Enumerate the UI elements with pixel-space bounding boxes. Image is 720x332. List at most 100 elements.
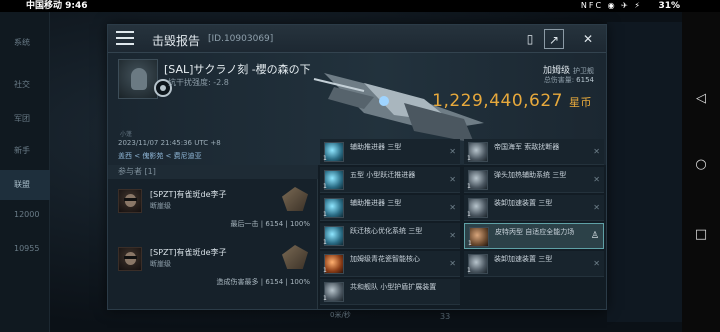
module-icon xyxy=(324,282,344,302)
item-qty: 1 xyxy=(323,211,327,218)
victim-corp: 小蓬 xyxy=(120,131,133,138)
side-item-alliance[interactable]: 联盟 xyxy=(0,170,50,200)
item-label: 辅助推进器 三型 xyxy=(350,199,402,207)
item-row[interactable]: 1 跃迁核心优化系统 三型 ✕ xyxy=(320,223,460,249)
attackers-header: 参与者 [1] xyxy=(108,165,318,179)
item-row[interactable]: 1 装卸加速装置 三型 ✕ xyxy=(464,195,604,221)
item-row[interactable]: 1 辅助推进器 三型 ✕ xyxy=(320,139,460,165)
module-icon xyxy=(324,198,344,218)
side-menu: 系统 社交 军团 新手 联盟 12000 10955 xyxy=(0,12,50,332)
side-item-social[interactable]: 社交 xyxy=(0,70,50,100)
item-qty: 1 xyxy=(323,183,327,190)
back-icon[interactable]: ◁ xyxy=(694,92,708,106)
side-item-newbie[interactable]: 新手 xyxy=(0,136,50,166)
share-icon[interactable]: ↗ xyxy=(544,29,564,49)
side-item-system[interactable]: 系统 xyxy=(0,28,50,58)
module-icon xyxy=(324,170,344,190)
remove-icon: ✕ xyxy=(449,259,456,268)
item-label: 装卸加速装置 三型 xyxy=(494,255,553,263)
screen: 中国移动 9:46 NFC ◉ ✈ ⚡ 31% 系统 社交 军团 新手 联盟 1… xyxy=(0,0,720,332)
ship-icon[interactable] xyxy=(282,245,308,269)
item-label: 皮特丙型 自适应全能力场 xyxy=(495,228,575,236)
module-icon xyxy=(468,142,488,162)
module-icon xyxy=(324,254,344,274)
side-item-corp[interactable]: 军团 xyxy=(0,104,50,134)
victim-portrait[interactable] xyxy=(118,59,158,99)
remove-icon: ✕ xyxy=(449,147,456,156)
menu-icon[interactable] xyxy=(116,31,134,47)
remove-icon: ✕ xyxy=(449,203,456,212)
dialog-header: 击毁报告 [ID.10903069] ▯ ↗ ✕ xyxy=(108,25,606,53)
attacker-row[interactable]: [SPZT]有雀斑de李子 断崖级 造成伤害最多 | 6154 | 100% xyxy=(108,241,318,293)
carrier-time: 中国移动 9:46 xyxy=(26,1,88,11)
module-icon xyxy=(469,227,489,247)
module-icon xyxy=(468,254,488,274)
attacker-avatar[interactable] xyxy=(118,189,142,213)
home-icon[interactable]: ○ xyxy=(694,158,708,172)
background-panel xyxy=(607,22,682,322)
attacker-ship: 断崖级 xyxy=(150,202,171,210)
status-icons: NFC ◉ ✈ ⚡ xyxy=(580,1,642,10)
attacker-name: [SPZT]有雀斑de李子 xyxy=(150,248,227,257)
item-qty: 1 xyxy=(467,183,471,190)
item-qty: 1 xyxy=(467,267,471,274)
item-qty: 1 xyxy=(468,240,472,247)
attacker-avatar[interactable] xyxy=(118,247,142,271)
remove-icon: ✕ xyxy=(593,175,600,184)
close-icon[interactable]: ✕ xyxy=(578,29,598,49)
isk-value: 1,229,440,627 星币 xyxy=(432,91,592,111)
item-qty: 1 xyxy=(323,295,327,302)
item-qty: 1 xyxy=(323,239,327,246)
item-qty: 1 xyxy=(467,155,471,162)
item-label: 加姆级青花瓷智能核心 xyxy=(350,255,420,263)
module-icon xyxy=(468,198,488,218)
battery-level: 31% xyxy=(658,1,680,11)
side-item-value-a: 12000 xyxy=(14,210,40,219)
remove-icon: ✕ xyxy=(449,231,456,240)
report-id[interactable]: [ID.10903069] xyxy=(208,34,273,44)
dialog-title: 击毁报告 xyxy=(152,34,201,48)
attacker-stats: 造成伤害最多 | 6154 | 100% xyxy=(216,278,310,286)
item-row-highlighted[interactable]: 1 皮特丙型 自适应全能力场 ♙ xyxy=(464,223,604,249)
kill-timestamp: 2023/11/07 21:45:36 UTC +8 xyxy=(118,139,221,147)
attacker-ship: 断崖级 xyxy=(150,260,171,268)
item-qty: 1 xyxy=(323,155,327,162)
item-row[interactable]: 1 加姆级青花瓷智能核心 ✕ xyxy=(320,251,460,277)
attacker-row[interactable]: [SPZT]有雀斑de李子 断崖级 最后一击 | 6154 | 100% xyxy=(108,183,318,235)
item-label: 辅助推进器 三型 xyxy=(350,143,402,151)
item-label: 五型 小型跃迁推进器 xyxy=(350,171,416,179)
attacker-name: [SPZT]有雀斑de李子 xyxy=(150,190,227,199)
item-row[interactable]: 1 五型 小型跃迁推进器 ✕ xyxy=(320,167,460,193)
status-bar: 中国移动 9:46 NFC ◉ ✈ ⚡ 31% xyxy=(0,0,720,12)
ship-icon[interactable] xyxy=(282,187,308,211)
total-damage: 总伤害量: 6154 xyxy=(543,76,594,84)
module-icon xyxy=(468,170,488,190)
item-label: 跃迁核心优化系统 三型 xyxy=(350,227,423,235)
item-row[interactable]: 1 弹头加热辅助系统 三型 ✕ xyxy=(464,167,604,193)
victim-name: [SAL]サクラノ刻 -櫻の森の下 xyxy=(164,63,311,76)
item-row[interactable]: 1 帝国海军 索敌扰断器 ✕ xyxy=(464,139,604,165)
item-label: 弹头加热辅助系统 三型 xyxy=(494,171,567,179)
remove-icon: ✕ xyxy=(593,203,600,212)
victim-security: 抗干扰强度: -2.8 xyxy=(168,78,229,87)
kill-report-dialog: 击毁报告 [ID.10903069] ▯ ↗ ✕ [SAL]サクラノ刻 -櫻の森… xyxy=(107,24,607,310)
module-icon xyxy=(324,142,344,162)
item-label: 帝国海军 索敌扰断器 xyxy=(494,143,560,151)
kill-location[interactable]: 盖西 < 傀影苑 < 费尼迪亚 xyxy=(118,151,202,161)
speed-readout: 0米/秒 xyxy=(330,311,351,319)
item-label: 装卸加速装置 三型 xyxy=(494,199,553,207)
fit-icon[interactable]: ♙ xyxy=(591,231,599,241)
attacker-stats: 最后一击 | 6154 | 100% xyxy=(230,220,310,228)
item-row[interactable]: 1 装卸加速装置 三型 ✕ xyxy=(464,251,604,277)
count-readout: 33 xyxy=(440,312,451,321)
fitted-items: 1 辅助推进器 三型 ✕ 1 五型 小型跃迁推进器 ✕ 1 辅助推进器 三型 ✕… xyxy=(318,135,606,309)
remove-icon: ✕ xyxy=(593,147,600,156)
android-nav-bar: ◁ ○ □ xyxy=(682,12,720,332)
remove-icon: ✕ xyxy=(593,259,600,268)
remove-icon: ✕ xyxy=(449,175,456,184)
side-item-value-b: 10955 xyxy=(14,244,40,253)
clipboard-icon[interactable]: ▯ xyxy=(520,29,540,49)
recents-icon[interactable]: □ xyxy=(694,228,708,242)
item-row[interactable]: 1 共和舰队 小型护盾扩展装置 xyxy=(320,279,460,305)
item-row[interactable]: 1 辅助推进器 三型 ✕ xyxy=(320,195,460,221)
